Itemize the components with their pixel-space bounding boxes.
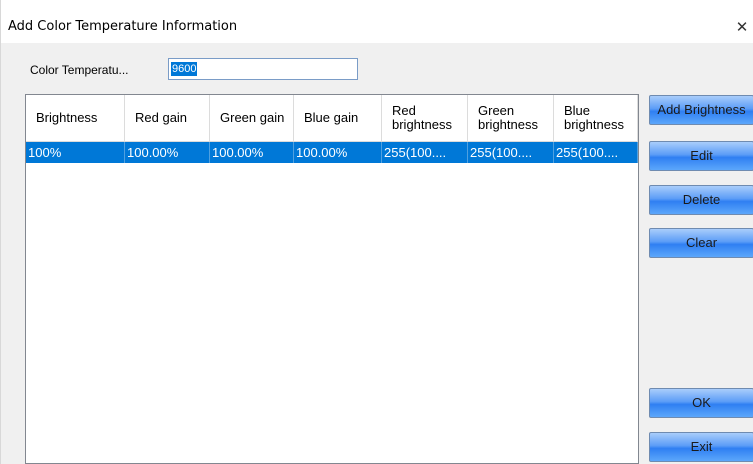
color-temperature-label: Color Temperatu... xyxy=(30,63,129,77)
column-header-green-brightness[interactable]: Green brightness xyxy=(468,95,554,142)
column-header-green-gain[interactable]: Green gain xyxy=(210,95,294,142)
exit-button[interactable]: Exit xyxy=(649,432,753,462)
column-header-brightness[interactable]: Brightness xyxy=(26,95,125,142)
column-header-blue-brightness[interactable]: Blue brightness xyxy=(554,95,638,142)
table-cell: 100.00% xyxy=(294,142,382,163)
table-cell: 255(100.... xyxy=(382,142,468,163)
dialog-title: Add Color Temperature Information xyxy=(8,19,238,34)
table-cell: 255(100.... xyxy=(468,142,554,163)
ok-button[interactable]: OK xyxy=(649,388,753,418)
column-header-blue-gain[interactable]: Blue gain xyxy=(294,95,382,142)
clear-button[interactable]: Clear xyxy=(649,228,753,258)
column-header-red-brightness[interactable]: Red brightness xyxy=(382,95,468,142)
column-header-red-gain[interactable]: Red gain xyxy=(125,95,210,142)
dialog-window: Add Color Temperature Information ✕ Colo… xyxy=(0,0,753,464)
color-temperature-value: 9600 xyxy=(171,62,198,76)
color-temperature-input[interactable]: 9600 xyxy=(168,58,358,80)
table-header: Brightness Red gain Green gain Blue gain… xyxy=(26,95,638,142)
table-cell: 100.00% xyxy=(125,142,210,163)
brightness-table[interactable]: Brightness Red gain Green gain Blue gain… xyxy=(25,94,639,464)
table-cell: 100% xyxy=(26,142,125,163)
delete-button[interactable]: Delete xyxy=(649,185,753,215)
add-brightness-button[interactable]: Add Brightness xyxy=(649,95,753,125)
close-icon[interactable]: ✕ xyxy=(731,16,753,38)
title-bar: Add Color Temperature Information ✕ xyxy=(1,0,753,43)
table-cell: 100.00% xyxy=(210,142,294,163)
edit-button[interactable]: Edit xyxy=(649,141,753,171)
table-row[interactable]: 100% 100.00% 100.00% 100.00% 255(100....… xyxy=(26,142,638,163)
table-cell: 255(100.... xyxy=(554,142,638,163)
